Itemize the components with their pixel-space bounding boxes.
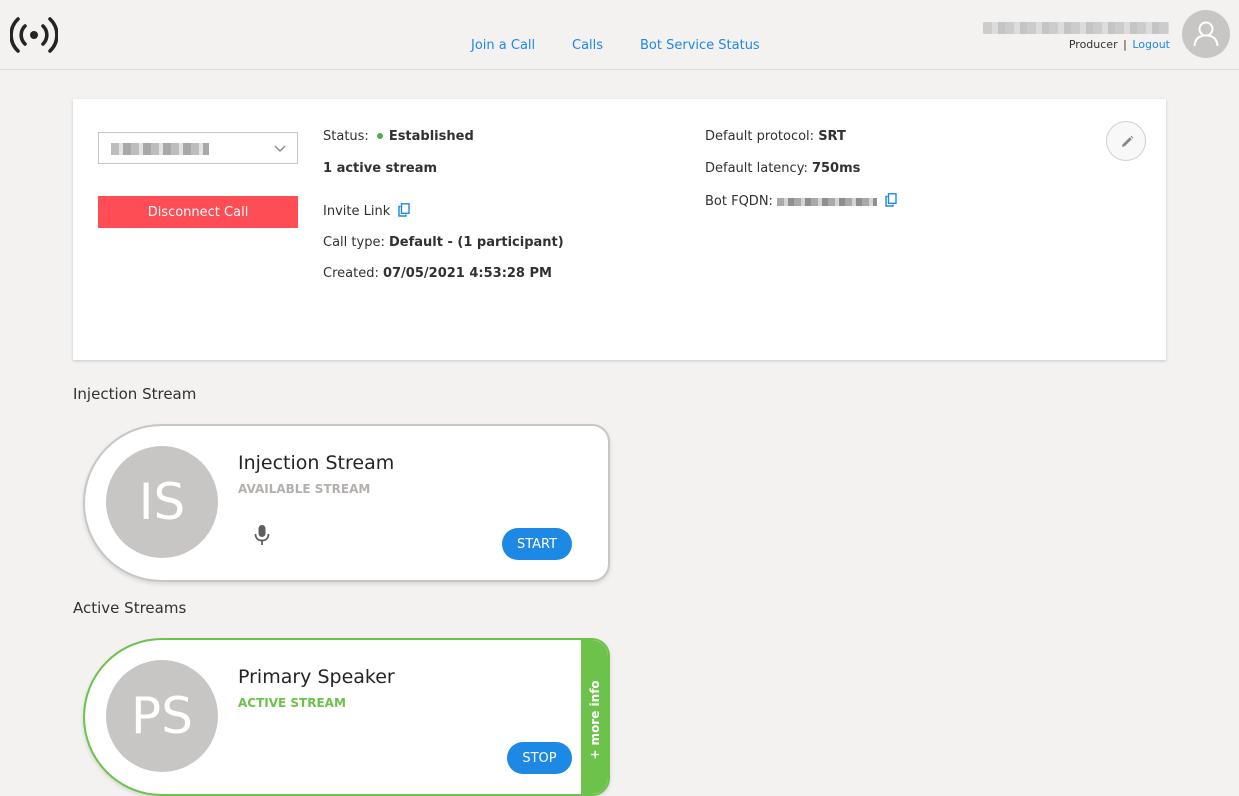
pencil-icon <box>1122 135 1134 147</box>
call-type-label: Call type: <box>323 235 385 250</box>
stream-name: Primary Speaker <box>238 666 395 688</box>
stream-avatar: IS <box>106 446 218 558</box>
call-type-row: Call type: Default - (1 participant) <box>323 235 564 250</box>
stream-avatar: PS <box>106 660 218 772</box>
latency-value: 750ms <box>811 161 861 176</box>
fqdn-value-redacted <box>777 197 878 206</box>
more-info-tab[interactable]: + more info <box>581 640 608 794</box>
disconnect-call-button[interactable]: Disconnect Call <box>98 196 298 228</box>
status-dot <box>376 132 383 139</box>
selected-call-redacted <box>111 143 209 155</box>
main-nav: Join a Call Calls Bot Service Status <box>0 38 1239 58</box>
more-info-label: + more info <box>587 680 602 760</box>
microphone-icon[interactable] <box>253 524 271 546</box>
separator: | <box>1123 38 1127 51</box>
fqdn-row: Bot FQDN: <box>705 193 897 209</box>
invite-link-row: Invite Link <box>323 203 411 219</box>
start-stream-button[interactable]: START <box>502 528 572 560</box>
app-header: Join a Call Calls Bot Service Status Pro… <box>0 0 1239 70</box>
latency-row: Default latency: 750ms <box>705 161 860 176</box>
nav-bot-service-status[interactable]: Bot Service Status <box>640 38 760 53</box>
copy-icon[interactable] <box>885 193 897 207</box>
latency-label: Default latency: <box>705 161 808 176</box>
active-streams-section-title: Active Streams <box>73 599 187 617</box>
created-label: Created: <box>323 266 379 281</box>
protocol-value: SRT <box>818 129 846 144</box>
active-stream-count-row: 1 active stream <box>323 161 437 176</box>
user-avatar[interactable] <box>1182 10 1230 58</box>
status-value: Established <box>388 129 474 144</box>
injection-section-title: Injection Stream <box>73 385 197 403</box>
fqdn-label: Bot FQDN: <box>705 194 773 209</box>
user-role-line: Producer | Logout <box>1069 38 1170 51</box>
status-row: Status: Established <box>323 129 474 144</box>
chevron-down-icon <box>274 145 286 152</box>
copy-icon[interactable] <box>398 203 411 217</box>
logout-link[interactable]: Logout <box>1132 38 1170 51</box>
active-stream-count: 1 active stream <box>323 161 438 176</box>
active-stream-card: PS Primary Speaker ACTIVE STREAM STOP + … <box>83 638 610 796</box>
invite-link-label: Invite Link <box>323 204 391 219</box>
stream-state: AVAILABLE STREAM <box>238 482 371 496</box>
protocol-row: Default protocol: SRT <box>705 129 846 144</box>
user-name-redacted <box>983 22 1169 34</box>
user-icon <box>1193 21 1219 47</box>
nav-join-call[interactable]: Join a Call <box>471 38 535 53</box>
injection-stream-card: IS Injection Stream AVAILABLE STREAM STA… <box>83 424 610 582</box>
created-value: 07/05/2021 4:53:28 PM <box>382 266 552 281</box>
call-type-value: Default - (1 participant) <box>388 235 564 250</box>
stream-name: Injection Stream <box>238 452 395 474</box>
protocol-label: Default protocol: <box>705 129 815 144</box>
stream-state: ACTIVE STREAM <box>238 696 346 710</box>
user-role: Producer <box>1068 38 1118 51</box>
nav-calls[interactable]: Calls <box>572 38 603 53</box>
call-selector-dropdown[interactable] <box>98 132 298 164</box>
call-details-card: Disconnect Call Status: Established 1 act… <box>73 99 1166 360</box>
created-row: Created: 07/05/2021 4:53:28 PM <box>323 266 552 281</box>
status-label: Status: <box>323 129 369 144</box>
stop-stream-button[interactable]: STOP <box>507 742 572 774</box>
edit-call-button[interactable] <box>1106 121 1146 161</box>
